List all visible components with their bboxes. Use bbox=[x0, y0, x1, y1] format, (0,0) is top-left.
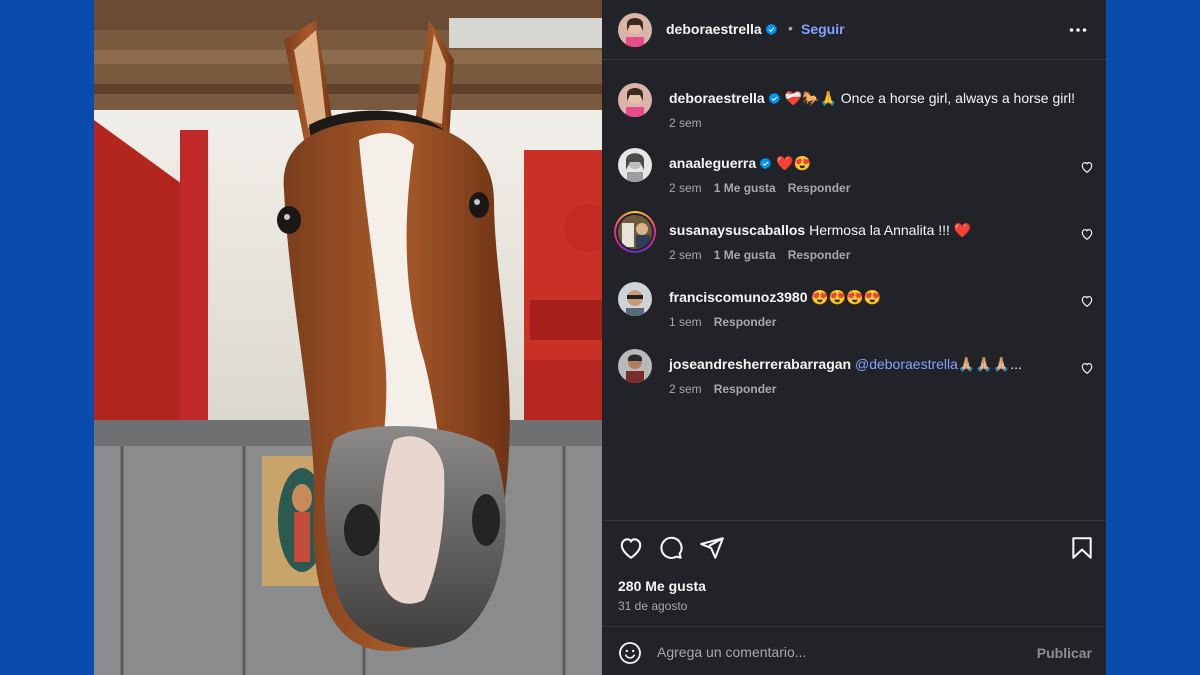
comment-mention[interactable]: @deboraestrella bbox=[855, 356, 958, 372]
comment-username[interactable]: franciscomunoz3980 bbox=[669, 289, 808, 305]
comment-item: franciscomunoz3980 😍😍😍😍 1 sem Responder bbox=[602, 282, 1106, 342]
reply-button[interactable]: Responder bbox=[714, 382, 777, 396]
comment-body: Hermosa la Annalita !!! ❤️ bbox=[809, 222, 972, 238]
comment-item: joseandresherrerabarragan @deboraestrell… bbox=[602, 349, 1106, 409]
heart-icon[interactable] bbox=[1080, 227, 1094, 241]
comment-icon[interactable] bbox=[658, 535, 684, 561]
caption-meta: 2 sem bbox=[669, 116, 714, 130]
post-detail-panel: deboraestrella • Seguir deboraestrella ❤… bbox=[602, 0, 1106, 675]
comment-text: susanaysuscaballos Hermosa la Annalita !… bbox=[669, 222, 971, 239]
caption-text: deboraestrella ❤️‍🩹🐎🙏 Once a horse girl,… bbox=[669, 90, 1075, 107]
comment-username[interactable]: susanaysuscaballos bbox=[669, 222, 805, 238]
comment-likes[interactable]: 1 Me gusta bbox=[714, 181, 776, 195]
reply-button[interactable]: Responder bbox=[714, 315, 777, 329]
verified-badge-icon bbox=[759, 157, 772, 170]
emoji-icon[interactable] bbox=[618, 641, 642, 665]
caption-username[interactable]: deboraestrella bbox=[669, 90, 765, 106]
reply-button[interactable]: Responder bbox=[788, 181, 851, 195]
comment-meta: 2 sem 1 Me gusta Responder bbox=[669, 181, 862, 195]
comment-item: susanaysuscaballos Hermosa la Annalita !… bbox=[602, 211, 1106, 275]
commenter-avatar[interactable] bbox=[618, 282, 652, 316]
story-ring[interactable] bbox=[614, 211, 656, 253]
heart-icon[interactable] bbox=[1080, 160, 1094, 174]
header-separator: • bbox=[788, 20, 793, 36]
post-image[interactable] bbox=[94, 0, 602, 675]
comment-time[interactable]: 2 sem bbox=[669, 382, 702, 396]
follow-button[interactable]: Seguir bbox=[801, 21, 845, 37]
heart-icon[interactable] bbox=[618, 535, 644, 561]
comment-text: franciscomunoz3980 😍😍😍😍 bbox=[669, 289, 881, 306]
author-username[interactable]: deboraestrella bbox=[666, 21, 778, 37]
reply-button[interactable]: Responder bbox=[788, 248, 851, 262]
comment-item: anaaleguerra ❤️😍 2 sem 1 Me gusta Responde… bbox=[602, 148, 1106, 208]
caption-body: ❤️‍🩹🐎🙏 Once a horse girl, always a horse… bbox=[784, 90, 1076, 106]
comment-username[interactable]: joseandresherrerabarragan bbox=[669, 356, 851, 372]
comment-body: ❤️😍 bbox=[776, 155, 811, 171]
more-options-icon[interactable] bbox=[1068, 20, 1088, 40]
post-date[interactable]: 31 de agosto bbox=[618, 599, 687, 613]
comment-text: joseandresherrerabarragan @deboraestrell… bbox=[669, 356, 1022, 373]
story-ring-inner bbox=[616, 213, 654, 251]
commenter-avatar[interactable] bbox=[618, 349, 652, 383]
commenter-avatar bbox=[618, 215, 652, 249]
comment-composer: Publicar bbox=[602, 626, 1106, 675]
comment-time[interactable]: 1 sem bbox=[669, 315, 702, 329]
comment-text: anaaleguerra ❤️😍 bbox=[669, 155, 811, 172]
comment-body: 😍😍😍😍 bbox=[811, 289, 882, 305]
post-header: deboraestrella • Seguir bbox=[602, 0, 1106, 60]
post-actions: 280 Me gusta 31 de agosto bbox=[602, 520, 1106, 626]
bookmark-icon[interactable] bbox=[1069, 535, 1095, 561]
verified-badge-icon bbox=[768, 92, 780, 105]
heart-icon[interactable] bbox=[1080, 361, 1094, 375]
publish-button[interactable]: Publicar bbox=[1037, 645, 1092, 661]
comment-meta: 1 sem Responder bbox=[669, 315, 788, 329]
comment-input[interactable] bbox=[657, 640, 1017, 664]
likes-count[interactable]: 280 Me gusta bbox=[618, 578, 706, 594]
caption-avatar[interactable] bbox=[618, 83, 652, 117]
comment-meta: 2 sem 1 Me gusta Responder bbox=[669, 248, 862, 262]
comment-time[interactable]: 2 sem bbox=[669, 181, 702, 195]
verified-badge-icon bbox=[765, 23, 777, 36]
caption-time[interactable]: 2 sem bbox=[669, 116, 702, 130]
post-caption: deboraestrella ❤️‍🩹🐎🙏 Once a horse girl,… bbox=[602, 83, 1106, 143]
comment-username[interactable]: anaaleguerra bbox=[669, 155, 756, 171]
comment-likes[interactable]: 1 Me gusta bbox=[714, 248, 776, 262]
comment-time[interactable]: 2 sem bbox=[669, 248, 702, 262]
comment-meta: 2 sem Responder bbox=[669, 382, 788, 396]
comment-body: 🙏🏼🙏🏼🙏🏼... bbox=[957, 356, 1022, 372]
author-avatar[interactable] bbox=[618, 13, 652, 47]
commenter-avatar[interactable] bbox=[618, 148, 652, 182]
share-icon[interactable] bbox=[699, 535, 725, 561]
heart-icon[interactable] bbox=[1080, 294, 1094, 308]
